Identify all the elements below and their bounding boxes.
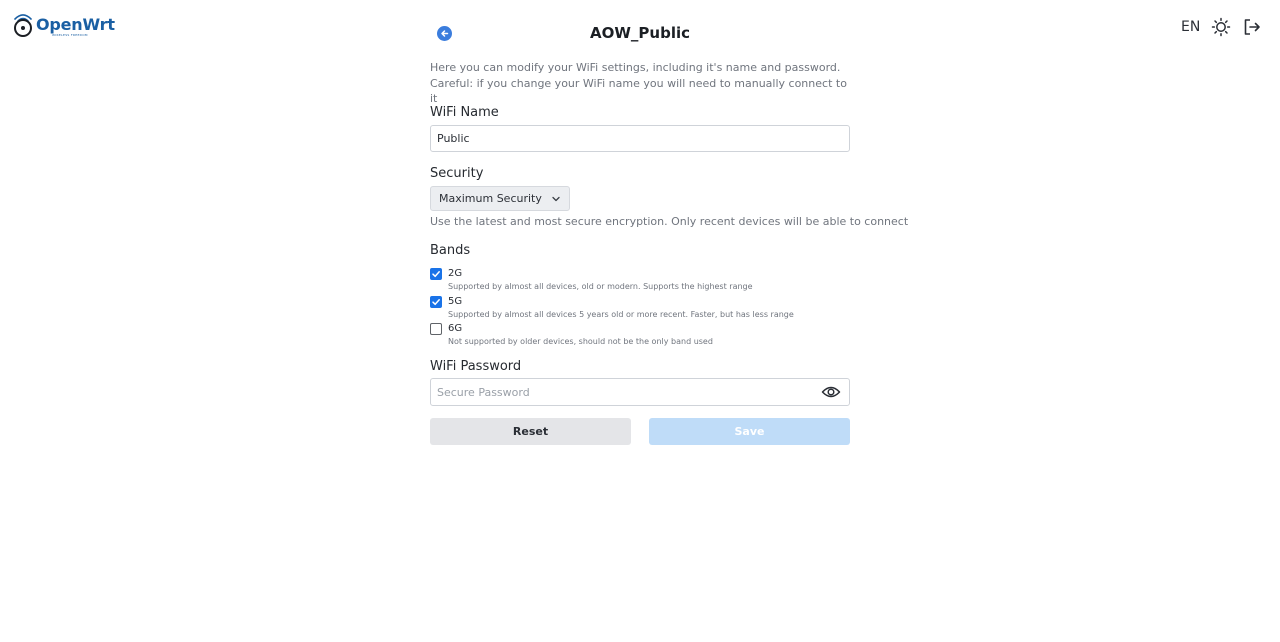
theme-toggle-button[interactable] xyxy=(1211,17,1231,37)
band-option-6g: 6G Not supported by older devices, shoul… xyxy=(430,319,850,346)
reset-button[interactable]: Reset xyxy=(430,418,631,445)
wifi-name-label: WiFi Name xyxy=(430,105,499,120)
page-title: AOW_Public xyxy=(590,24,690,42)
language-button[interactable]: EN xyxy=(1181,18,1200,36)
password-field xyxy=(430,378,850,406)
security-select[interactable]: Maximum Security xyxy=(430,186,570,211)
intro-text: Here you can modify your WiFi settings, … xyxy=(430,61,847,105)
logout-icon xyxy=(1244,19,1260,35)
bands-label: Bands xyxy=(430,243,471,258)
save-button[interactable]: Save xyxy=(649,418,850,445)
security-selected-value: Maximum Security xyxy=(439,192,542,205)
chevron-down-icon xyxy=(552,196,560,201)
wifi-password-label: WiFi Password xyxy=(430,359,522,374)
logout-button[interactable] xyxy=(1242,17,1262,37)
brand-tagline: WIRELESS FREEDOM xyxy=(52,33,88,37)
openwrt-logo: OpenWrt WIRELESS FREEDOM xyxy=(11,11,115,39)
band-checkbox-2g[interactable] xyxy=(430,268,442,280)
security-label: Security xyxy=(430,166,484,181)
band-description-6g: Not supported by older devices, should n… xyxy=(448,337,713,346)
band-name-6g: 6G xyxy=(448,323,463,334)
security-description: Use the latest and most secure encryptio… xyxy=(430,215,909,228)
band-description-2g: Supported by almost all devices, old or … xyxy=(448,282,753,291)
show-password-button[interactable] xyxy=(821,384,841,400)
wifi-settings-form: Here you can modify your WiFi settings, … xyxy=(430,60,908,445)
wifi-name-input[interactable] xyxy=(430,125,850,152)
band-checkbox-5g[interactable] xyxy=(430,296,442,308)
back-button[interactable] xyxy=(437,26,452,41)
band-name-2g: 2G xyxy=(448,268,463,279)
checkmark-icon xyxy=(432,271,440,278)
sun-icon xyxy=(1211,17,1231,37)
band-checkbox-6g[interactable] xyxy=(430,323,442,335)
arrow-left-icon xyxy=(441,30,449,37)
openwrt-logo-icon xyxy=(14,14,32,37)
checkmark-icon xyxy=(432,299,440,306)
wifi-password-input[interactable] xyxy=(431,379,811,405)
band-option-5g: 5G Supported by almost all devices 5 yea… xyxy=(430,292,850,319)
eye-icon xyxy=(821,386,841,398)
band-name-5g: 5G xyxy=(448,296,463,307)
band-option-2g: 2G Supported by almost all devices, old … xyxy=(430,264,850,291)
